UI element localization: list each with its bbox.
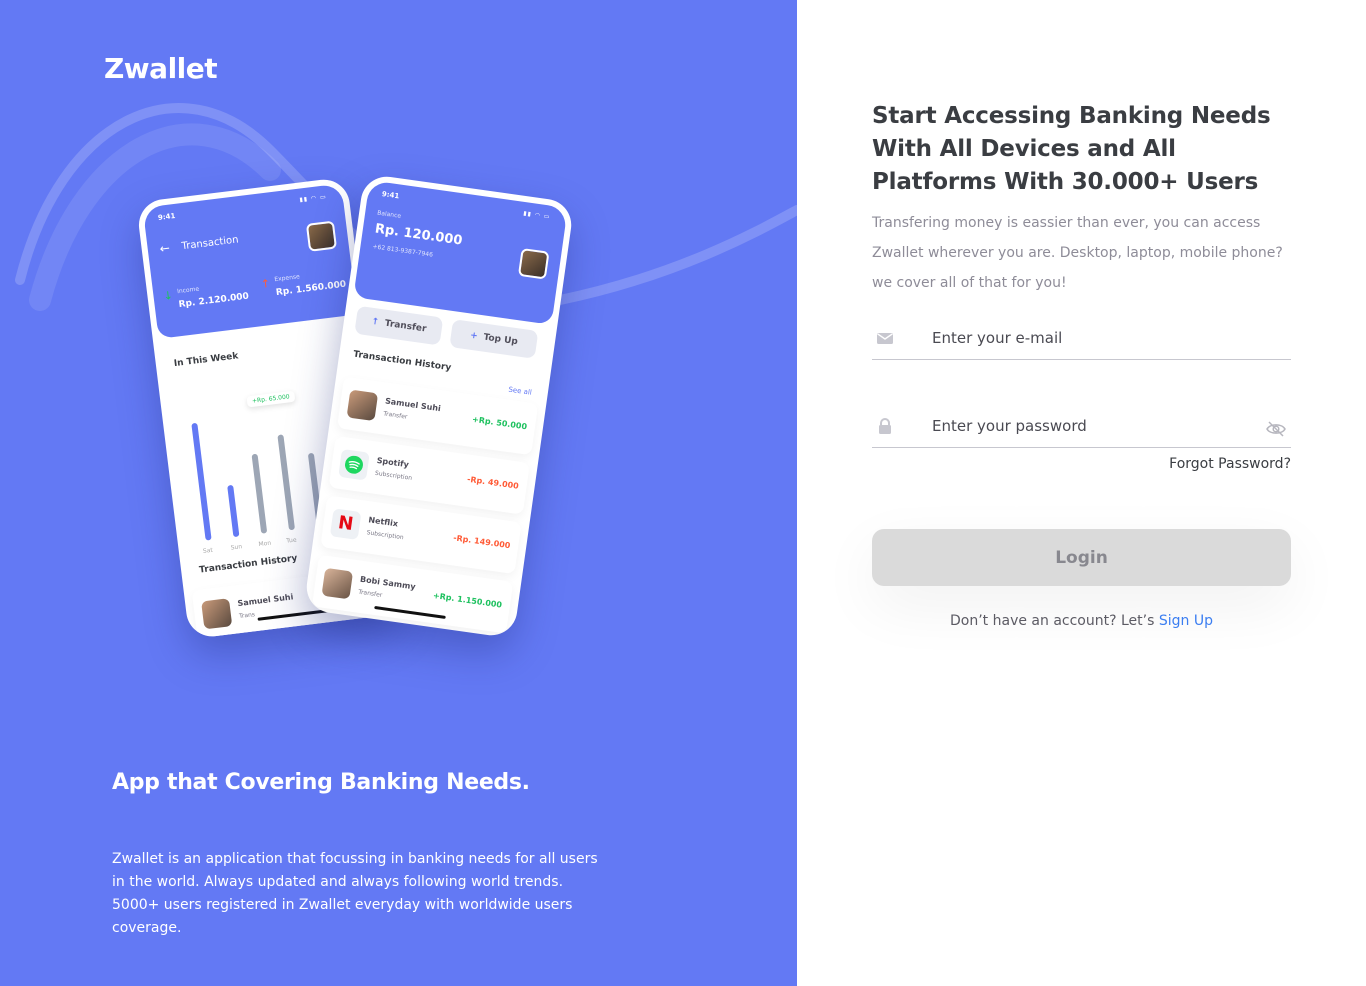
- lock-icon: [879, 418, 891, 434]
- day-label: Sun: [230, 543, 243, 552]
- arrow-up-icon: ↑: [260, 276, 271, 291]
- avatar: [321, 567, 354, 600]
- tx-amount: +Rp. 1.150.000: [432, 591, 503, 610]
- phone-number: +62 813-9387-7946: [372, 243, 434, 259]
- email-input[interactable]: [932, 324, 1252, 352]
- login-button[interactable]: Login: [872, 529, 1291, 586]
- avatar: [517, 247, 550, 280]
- tx-name: Samuel Suhi: [237, 592, 294, 609]
- signup-link[interactable]: Sign Up: [1159, 613, 1213, 629]
- day-label: Tue: [285, 536, 297, 545]
- mail-icon: [877, 333, 893, 344]
- topup-label: Top Up: [482, 332, 519, 348]
- tx-name: Netflix: [367, 515, 399, 529]
- signal-icon: ▮▮ ◠ ▭: [299, 193, 328, 204]
- forgot-password-link[interactable]: Forgot Password?: [1169, 456, 1291, 472]
- phone-header: 9:41 ▮▮ ◠ ▭ ← Transaction ↓ Income Rp. 2…: [142, 183, 358, 339]
- hero-description: Zwallet is an application that focussing…: [112, 851, 598, 936]
- balance-label: Balance: [376, 209, 402, 220]
- page-title: Start Accessing Banking Needs With All D…: [872, 103, 1271, 195]
- tx-type: Subscription: [366, 529, 405, 542]
- hero-title: App that Covering Banking Needs.: [112, 770, 530, 795]
- signup-prompt-text: Don’t have an account? Let’s: [950, 613, 1159, 629]
- avatar: [346, 389, 379, 422]
- tx-amount: -Rp. 49.000: [466, 474, 520, 491]
- phone-header: 9:41 ▮▮ ◠ ▭ Balance Rp. 120.000 +62 813-…: [353, 180, 568, 325]
- brand-logo: Zwallet: [104, 52, 218, 85]
- tx-amount: +Rp. 50.000: [471, 414, 528, 432]
- chart-tooltip: +Rp. 65.000: [246, 390, 296, 408]
- chart-bar: [251, 453, 268, 534]
- day-label: Mon: [258, 539, 272, 549]
- expense-label: Expense: [273, 273, 301, 284]
- tx-name: Spotify: [376, 455, 410, 470]
- netflix-icon: N: [329, 508, 362, 540]
- status-time: 9:41: [157, 211, 176, 222]
- avatar: [305, 220, 338, 252]
- transfer-chip: ↑ Transfer: [354, 305, 444, 346]
- history-label: Transaction History: [198, 553, 298, 576]
- tx-type: Subscription: [374, 469, 413, 482]
- see-all-link: See all: [507, 385, 533, 397]
- income-label: Income: [176, 285, 200, 296]
- week-label: In This Week: [173, 351, 239, 370]
- signup-prompt: Don’t have an account? Let’s Sign Up: [872, 613, 1291, 629]
- arrow-up-icon: ↑: [370, 316, 380, 328]
- chart-bar: [191, 422, 212, 541]
- day-label: Sat: [202, 546, 214, 555]
- chart-bar: [277, 434, 296, 531]
- password-field: [872, 408, 1291, 448]
- phone-title: Transaction: [181, 234, 240, 253]
- income-amount: Rp. 2.120.000: [178, 291, 250, 311]
- topup-chip: + Top Up: [449, 319, 539, 359]
- page-description: Transfering money is eassier than ever, …: [872, 215, 1283, 291]
- status-time: 9:41: [381, 190, 400, 201]
- password-input[interactable]: [932, 412, 1252, 440]
- left-panel: Zwallet 9:41 ▮▮ ◠ ▭ ← Transaction ↓ Inco…: [0, 0, 797, 986]
- chart-bar: [227, 484, 240, 538]
- plus-icon: +: [469, 330, 479, 342]
- arrow-left-icon: ←: [158, 240, 171, 256]
- transfer-label: Transfer: [384, 318, 427, 335]
- spotify-logo: [338, 448, 370, 481]
- eye-off-icon[interactable]: [1265, 420, 1287, 438]
- tx-type: Trans: [238, 611, 256, 621]
- tx-type: Transfer: [357, 588, 383, 599]
- arrow-down-icon: ↓: [162, 288, 174, 303]
- email-field: [872, 320, 1291, 360]
- avatar: [201, 598, 233, 630]
- history-label: Transaction History: [352, 349, 452, 374]
- tx-amount: -Rp. 149.000: [452, 533, 511, 551]
- signal-icon: ▮▮ ◠ ▭: [522, 209, 551, 221]
- tx-type: Transfer: [382, 410, 408, 421]
- expense-amount: Rp. 1.560.000: [275, 279, 347, 299]
- spotify-icon: [344, 455, 363, 474]
